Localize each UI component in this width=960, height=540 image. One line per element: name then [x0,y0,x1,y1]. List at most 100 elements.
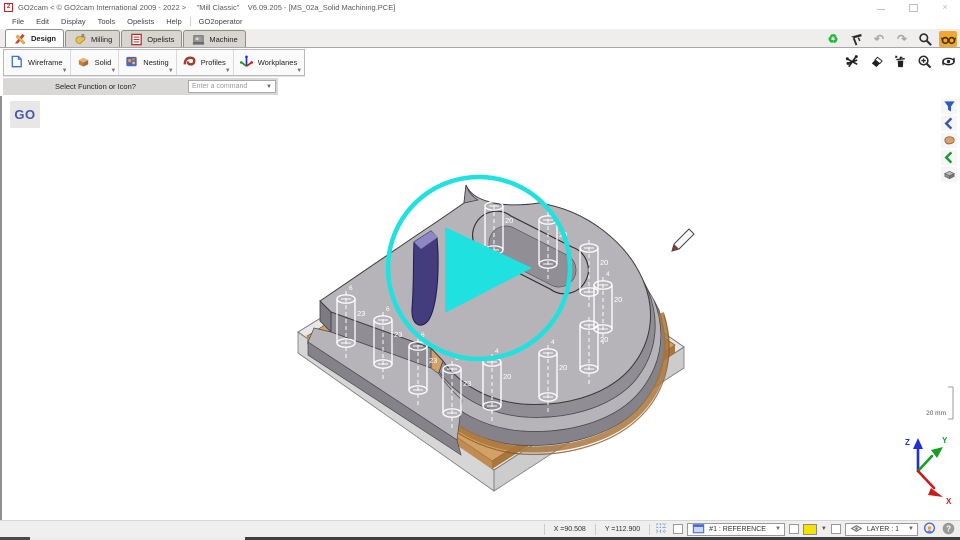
caliper-icon[interactable] [847,31,865,47]
menu-item-opelists[interactable]: Opelists [121,16,160,27]
layer-icon [849,521,864,538]
grid-icon[interactable] [654,521,669,538]
svg-text:20: 20 [505,216,513,225]
reference-window-icon [691,521,706,538]
chevron-down-icon[interactable]: ▼ [296,68,302,74]
redo-icon[interactable]: ↷ [893,31,911,47]
tab-machine[interactable]: Machine [183,30,245,47]
chevron-down-icon[interactable]: ▼ [62,68,68,74]
solid-cube-icon [76,54,91,71]
collapse-green-icon[interactable] [941,150,957,165]
layer-value: LAYER : 1 [867,526,899,533]
wireframe-button[interactable]: Wireframe▼ [4,50,71,75]
reference-checkbox[interactable] [789,524,799,534]
collapse-blue-icon[interactable] [941,116,957,131]
menu-item-display[interactable]: Display [55,16,92,27]
tab-label: Milling [91,35,112,44]
menu-bar: FileEditDisplayToolsOpelistsHelp GO2opera… [0,14,960,29]
chevron-down-icon[interactable]: ▼ [225,68,231,74]
menu-item-go2operator[interactable]: GO2operator [193,16,249,27]
chevron-down-icon: ▼ [775,526,781,532]
nesting-button[interactable]: Nesting▼ [119,50,176,75]
tab-milling[interactable]: Milling [65,30,120,47]
undo-icon[interactable]: ↶ [870,31,888,47]
command-combobox[interactable]: Enter a command ▼ [188,80,276,93]
window-title: GO2cam < © GO2cam International 2009 - 2… [18,3,395,12]
chevron-down-icon: ▼ [266,84,272,90]
function-bar: Select Function or Icon? Enter a command… [0,77,960,96]
zoom-window-icon[interactable] [915,53,933,69]
chevron-down-icon: ▼ [908,526,914,532]
svg-text:20: 20 [614,295,622,304]
screws-icon[interactable] [843,53,861,69]
svg-text:23: 23 [429,356,437,365]
eraser-icon[interactable] [867,53,885,69]
restore-button[interactable] [908,3,918,12]
tab-label: Machine [209,35,237,44]
svg-text:20: 20 [600,258,608,267]
svg-text:6: 6 [386,306,390,313]
swatch-dropdown-icon[interactable]: ▼ [821,526,827,532]
button-label: Workplanes [258,58,297,67]
design-pens-icon [13,31,28,46]
scale-label: 20 mm [926,410,946,417]
help-icon[interactable]: ? [941,521,956,538]
reference-combobox[interactable]: #1 : REFERENCE ▼ [687,523,785,536]
svg-text:23: 23 [394,330,402,339]
filter-icon[interactable] [941,99,957,114]
scene-3d: 23623623623620420420204202020 20 mm [2,96,960,520]
zoom-icon[interactable] [916,31,934,47]
wireframe-page-icon [9,54,24,71]
milling-hand-icon [73,32,88,47]
tab-design[interactable]: Design [5,29,64,47]
svg-text:6: 6 [349,285,353,292]
layer-combobox[interactable]: LAYER : 1 ▼ [845,523,918,536]
menu-item-tools[interactable]: Tools [92,16,122,27]
refresh-icon[interactable]: ♻ [824,31,842,47]
machined-part [308,185,669,455]
axis-y-label: Y [942,436,948,445]
solid-tool-icon[interactable] [941,133,957,148]
button-label: Solid [95,58,112,67]
solid-button[interactable]: Solid▼ [71,50,120,75]
function-prompt: Select Function or Icon? [3,82,188,91]
axis-x-label: X [946,497,952,506]
stock-block-icon[interactable] [941,167,957,182]
status-bar: X =90.508 Y =112.900 #1 : REFERENCE ▼ ▼ … [0,520,960,537]
pencil-cursor [672,229,694,251]
glasses-icon[interactable] [939,31,957,47]
tab-label: Design [31,34,56,43]
go2cam-window: 2 GO2cam < © GO2cam International 2009 -… [0,0,960,540]
profiles-button[interactable]: Profiles▼ [177,50,234,75]
color-checkbox[interactable] [831,524,841,534]
tab-label: Opelists [147,35,174,44]
button-label: Wireframe [28,58,63,67]
coord-y: Y =112.900 [600,526,645,533]
clean-icon[interactable] [891,53,909,69]
menu-item-edit[interactable]: Edit [30,16,55,27]
eye-rotate-icon[interactable] [939,53,957,69]
svg-text:4: 4 [551,339,555,346]
chevron-down-icon[interactable]: ▼ [110,68,116,74]
grid-checkbox[interactable] [673,524,683,534]
chevron-down-icon[interactable]: ▼ [168,68,174,74]
menu-separator [190,17,191,26]
axis-z-label: Z [905,438,910,447]
toolbar-row: Wireframe▼Solid▼Nesting▼Profiles▼Workpla… [0,48,960,77]
svg-text:4: 4 [606,271,610,278]
button-label: Profiles [201,58,226,67]
machine-box-icon [191,32,206,47]
workplanes-button[interactable]: Workplanes▼ [234,50,304,75]
viewport-canvas[interactable]: GO [0,96,960,520]
scale-bar: 20 mm [926,387,953,419]
menu-item-help[interactable]: Help [160,16,187,27]
color-swatch[interactable] [803,524,817,535]
orbit-icon[interactable] [922,521,937,538]
menu-item-file[interactable]: File [6,16,30,27]
button-label: Nesting [143,58,168,67]
svg-text:?: ? [946,524,951,533]
minimize-button[interactable] [876,3,886,12]
opelists-sheet-icon [129,32,144,47]
close-button[interactable]: × [940,3,950,12]
tab-opelists[interactable]: Opelists [121,30,182,47]
